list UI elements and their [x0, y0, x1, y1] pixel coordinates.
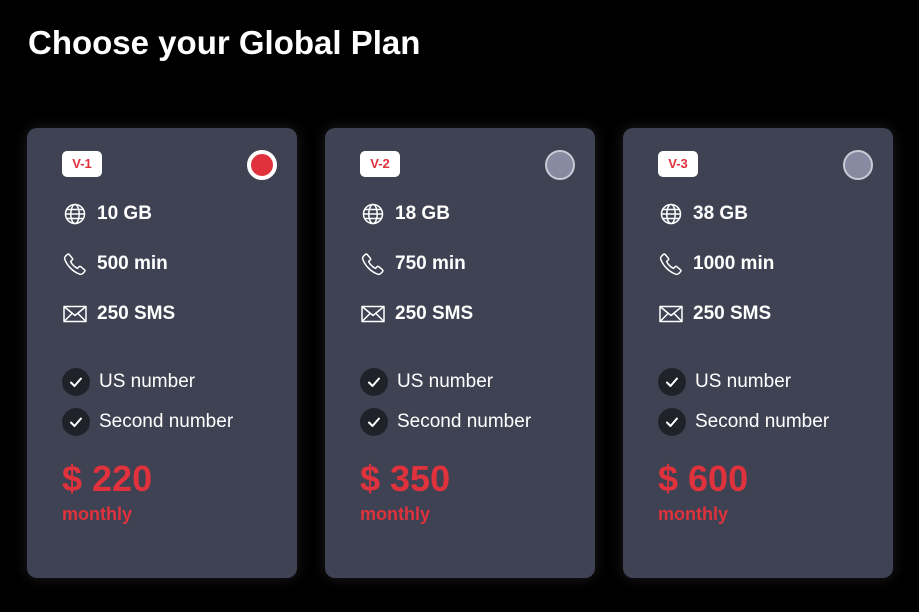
sms-allowance: 250 SMS [658, 301, 771, 327]
plan-period: monthly [62, 504, 132, 524]
data-value: 10 GB [97, 203, 152, 224]
envelope-icon [658, 301, 684, 327]
plan-badge: V-3 [658, 151, 698, 177]
plan-price: $ 350 [360, 458, 451, 499]
minutes-allowance: 750 min [360, 251, 466, 277]
feature-item: Second number [360, 407, 531, 437]
feature-label: Second number [397, 411, 532, 432]
plan-period: monthly [360, 504, 430, 524]
checkmark-icon [658, 408, 686, 436]
data-allowance: 18 GB [360, 201, 450, 227]
checkmark-icon [360, 368, 388, 396]
checkmark-icon [62, 408, 90, 436]
minutes-value: 750 min [395, 253, 466, 274]
plan-period: monthly [658, 504, 728, 524]
plan-card-v1[interactable]: V-1 10 GB 500 min 250 SMS US number Seco… [27, 128, 297, 578]
minutes-allowance: 500 min [62, 251, 168, 277]
plan-card-v3[interactable]: V-3 38 GB 1000 min 250 SMS US number Sec… [623, 128, 893, 578]
phone-icon [62, 251, 88, 277]
minutes-value: 1000 min [693, 253, 775, 274]
data-allowance: 10 GB [62, 201, 152, 227]
feature-label: US number [99, 371, 196, 392]
feature-label: Second number [99, 411, 234, 432]
minutes-value: 500 min [97, 253, 168, 274]
sms-allowance: 250 SMS [360, 301, 473, 327]
globe-icon [658, 201, 684, 227]
feature-item: US number [62, 367, 195, 397]
feature-item: Second number [62, 407, 233, 437]
envelope-icon [360, 301, 386, 327]
data-allowance: 38 GB [658, 201, 748, 227]
feature-item: US number [658, 367, 791, 397]
feature-label: Second number [695, 411, 830, 432]
checkmark-icon [658, 368, 686, 396]
sms-allowance: 250 SMS [62, 301, 175, 327]
feature-item: US number [360, 367, 493, 397]
plan-badge: V-2 [360, 151, 400, 177]
feature-label: US number [695, 371, 792, 392]
plan-radio-selected[interactable] [247, 150, 277, 180]
sms-value: 250 SMS [97, 303, 176, 324]
checkmark-icon [360, 408, 388, 436]
globe-icon [62, 201, 88, 227]
sms-value: 250 SMS [693, 303, 772, 324]
globe-icon [360, 201, 386, 227]
sms-value: 250 SMS [395, 303, 474, 324]
plan-badge: V-1 [62, 151, 102, 177]
data-value: 38 GB [693, 203, 748, 224]
plan-radio[interactable] [545, 150, 575, 180]
page-title: Choose your Global Plan [28, 24, 421, 61]
plan-card-v2[interactable]: V-2 18 GB 750 min 250 SMS US number Seco… [325, 128, 595, 578]
data-value: 18 GB [395, 203, 450, 224]
phone-icon [360, 251, 386, 277]
plan-selection-page: Choose your Global Plan V-1 10 GB 500 mi… [0, 0, 919, 612]
envelope-icon [62, 301, 88, 327]
minutes-allowance: 1000 min [658, 251, 774, 277]
feature-label: US number [397, 371, 494, 392]
checkmark-icon [62, 368, 90, 396]
phone-icon [658, 251, 684, 277]
feature-item: Second number [658, 407, 829, 437]
plan-price: $ 600 [658, 458, 749, 499]
plan-price: $ 220 [62, 458, 153, 499]
plan-radio[interactable] [843, 150, 873, 180]
